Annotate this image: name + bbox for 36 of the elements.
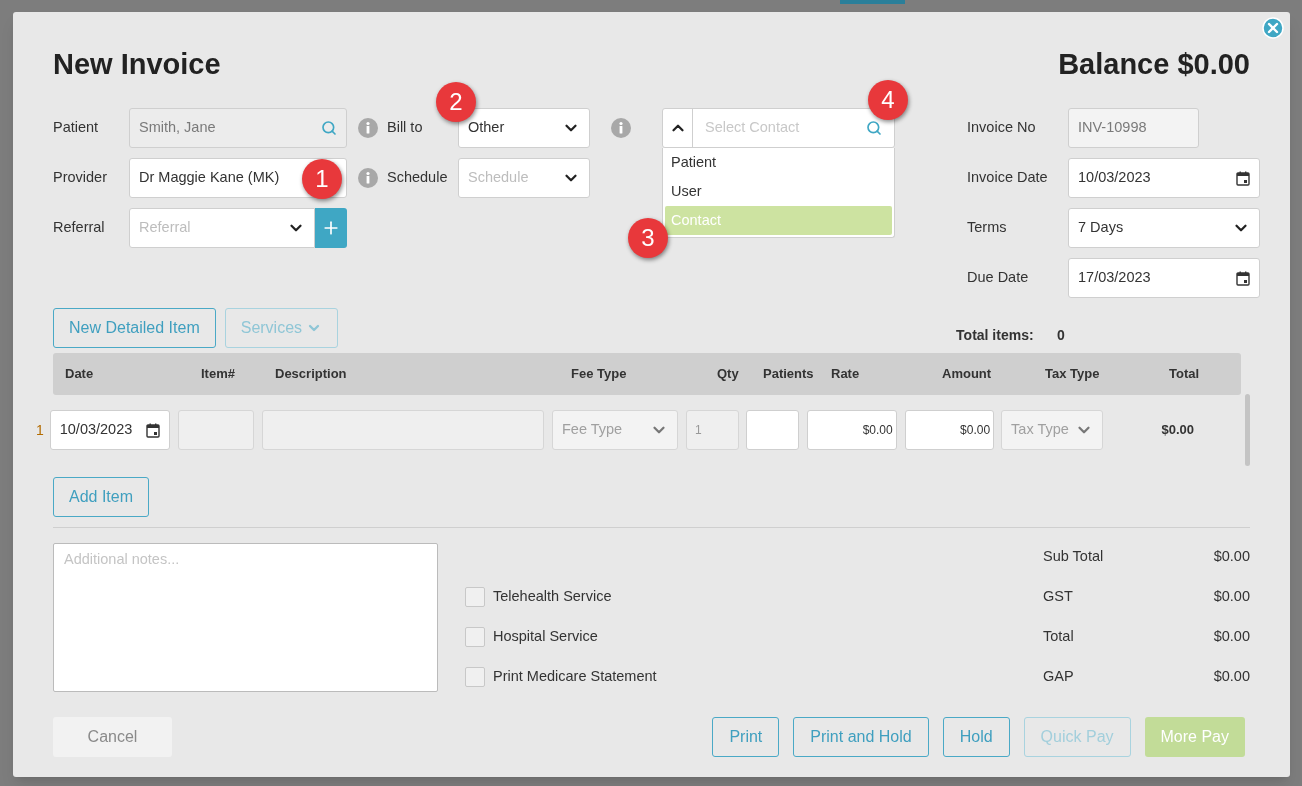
column-header: Date	[65, 365, 95, 384]
checkbox-label: Telehealth Service	[493, 587, 612, 607]
total-value: $0.00	[1212, 667, 1250, 687]
total-label: GAP	[1043, 667, 1075, 687]
field-label: Bill to	[387, 118, 424, 138]
column-header: Item#	[201, 365, 236, 384]
row-total: $0.00	[1161, 421, 1195, 440]
checkbox-label: Print Medicare Statement	[493, 667, 657, 687]
total-value: $0.00	[1212, 547, 1250, 567]
total-value: $0.00	[1212, 587, 1250, 607]
column-header: Tax Type	[1045, 365, 1101, 384]
total-label: Total	[1043, 627, 1075, 647]
field-label: Patient	[53, 118, 100, 138]
field-label: Schedule	[387, 168, 449, 188]
field-label: Due Date	[967, 268, 1030, 288]
column-header: Patients	[763, 365, 815, 384]
row-number: 1	[36, 420, 45, 440]
column-header: Fee Type	[571, 365, 628, 384]
total-label: GST	[1043, 587, 1074, 607]
balance-text: Balance $0.00	[1058, 47, 1250, 83]
field-label: Invoice Date	[967, 168, 1049, 188]
column-header: Amount	[942, 365, 993, 384]
field-label: Provider	[53, 168, 108, 188]
total-items-label: Total items:	[956, 326, 1035, 345]
total-label: Sub Total	[1043, 547, 1105, 567]
dialog-title: New Invoice	[53, 47, 221, 83]
column-header: Total	[1169, 365, 1201, 384]
field-label: Invoice No	[967, 118, 1037, 138]
field-label: Referral	[53, 218, 106, 238]
column-header: Description	[275, 365, 348, 384]
checkbox-label: Hospital Service	[493, 627, 598, 647]
column-header: Rate	[831, 365, 861, 384]
total-value: $0.00	[1212, 627, 1250, 647]
field-label: Terms	[967, 218, 1008, 238]
total-items-value: 0	[1057, 326, 1065, 345]
column-header: Qty	[717, 365, 740, 384]
